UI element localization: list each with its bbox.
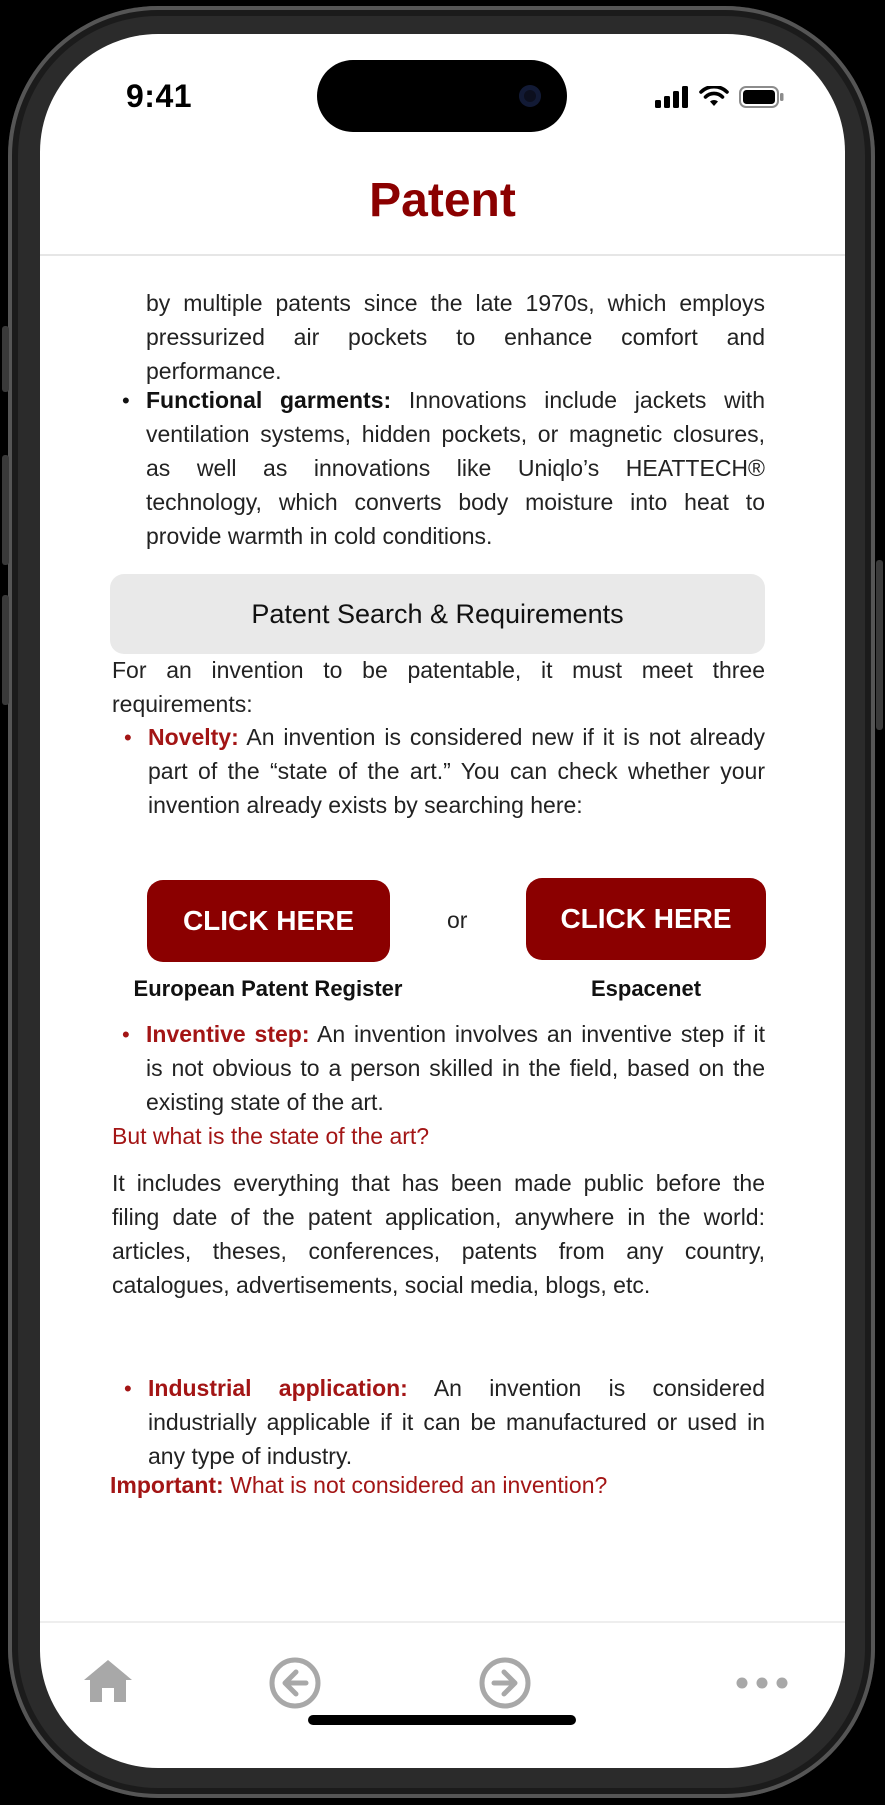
bullet-icon: •: [122, 388, 130, 413]
phone-screen: 9:41 Patent by multiple patents since th…: [40, 34, 845, 1768]
espacenet-caption: Espacenet: [590, 976, 702, 1001]
state-of-art-answer: It includes everything that has been mad…: [112, 1170, 765, 1298]
intro-paragraph: by multiple patents since the late 1970s…: [146, 286, 765, 388]
important-text: What is not considered an invention?: [223, 1472, 608, 1498]
tabbar-divider: [40, 1621, 845, 1623]
novelty-text: An invention is considered new if it is …: [148, 724, 765, 818]
bullet-icon: •: [122, 1022, 130, 1047]
side-button: [2, 595, 9, 705]
requirements-intro: For an invention to be patentable, it mu…: [112, 657, 765, 717]
novelty-label: Novelty:: [148, 724, 239, 750]
forward-tab[interactable]: [476, 1654, 534, 1712]
novelty-item: Novelty: An invention is considered new …: [148, 720, 765, 822]
intro-text: by multiple patents since the late 1970s…: [146, 290, 765, 384]
espacenet-button[interactable]: CLICK HERE: [526, 878, 766, 960]
dynamic-island: [317, 60, 567, 132]
home-icon: [84, 1660, 132, 1702]
bullet-icon: •: [124, 1376, 132, 1401]
inventive-step-item: Inventive step: An invention involves an…: [146, 1017, 765, 1119]
side-button: [2, 326, 9, 392]
scroll-content[interactable]: by multiple patents since the late 1970s…: [40, 256, 845, 1656]
european-patent-register-button[interactable]: CLICK HERE: [147, 880, 390, 962]
side-button: [2, 455, 9, 565]
industrial-application-label: Industrial application:: [148, 1375, 408, 1401]
functional-garments-label: Functional garments:: [146, 387, 392, 413]
cellular-signal-icon: [655, 86, 688, 108]
battery-icon: [739, 86, 784, 108]
section-header-patent-search: Patent Search & Requirements: [110, 574, 765, 654]
state-of-art-question: But what is the state of the art?: [112, 1123, 430, 1149]
camera-icon: [519, 85, 541, 107]
more-horizontal-icon: [736, 1677, 788, 1689]
bullet-icon: •: [124, 725, 132, 750]
side-button: [876, 560, 883, 730]
important-label: Important:: [110, 1472, 224, 1498]
home-indicator: [308, 1715, 576, 1725]
industrial-application-item: Industrial application: An invention is …: [148, 1371, 765, 1473]
more-tab[interactable]: [732, 1654, 792, 1712]
wifi-icon: [699, 86, 729, 106]
back-tab[interactable]: [266, 1654, 324, 1712]
arrow-left-circle-icon: [269, 1657, 321, 1709]
european-patent-register-caption: European Patent Register: [133, 976, 403, 1001]
status-icons: [655, 86, 785, 108]
important-note: Important: What is not considered an inv…: [110, 1468, 765, 1502]
functional-garments-item: Functional garments: Innovations include…: [146, 383, 765, 553]
status-time: 9:41: [126, 78, 193, 114]
inventive-step-label: Inventive step:: [146, 1021, 310, 1047]
arrow-right-circle-icon: [479, 1657, 531, 1709]
or-separator: or: [447, 907, 468, 933]
page-title: Patent: [369, 174, 516, 227]
home-tab[interactable]: [76, 1654, 140, 1706]
